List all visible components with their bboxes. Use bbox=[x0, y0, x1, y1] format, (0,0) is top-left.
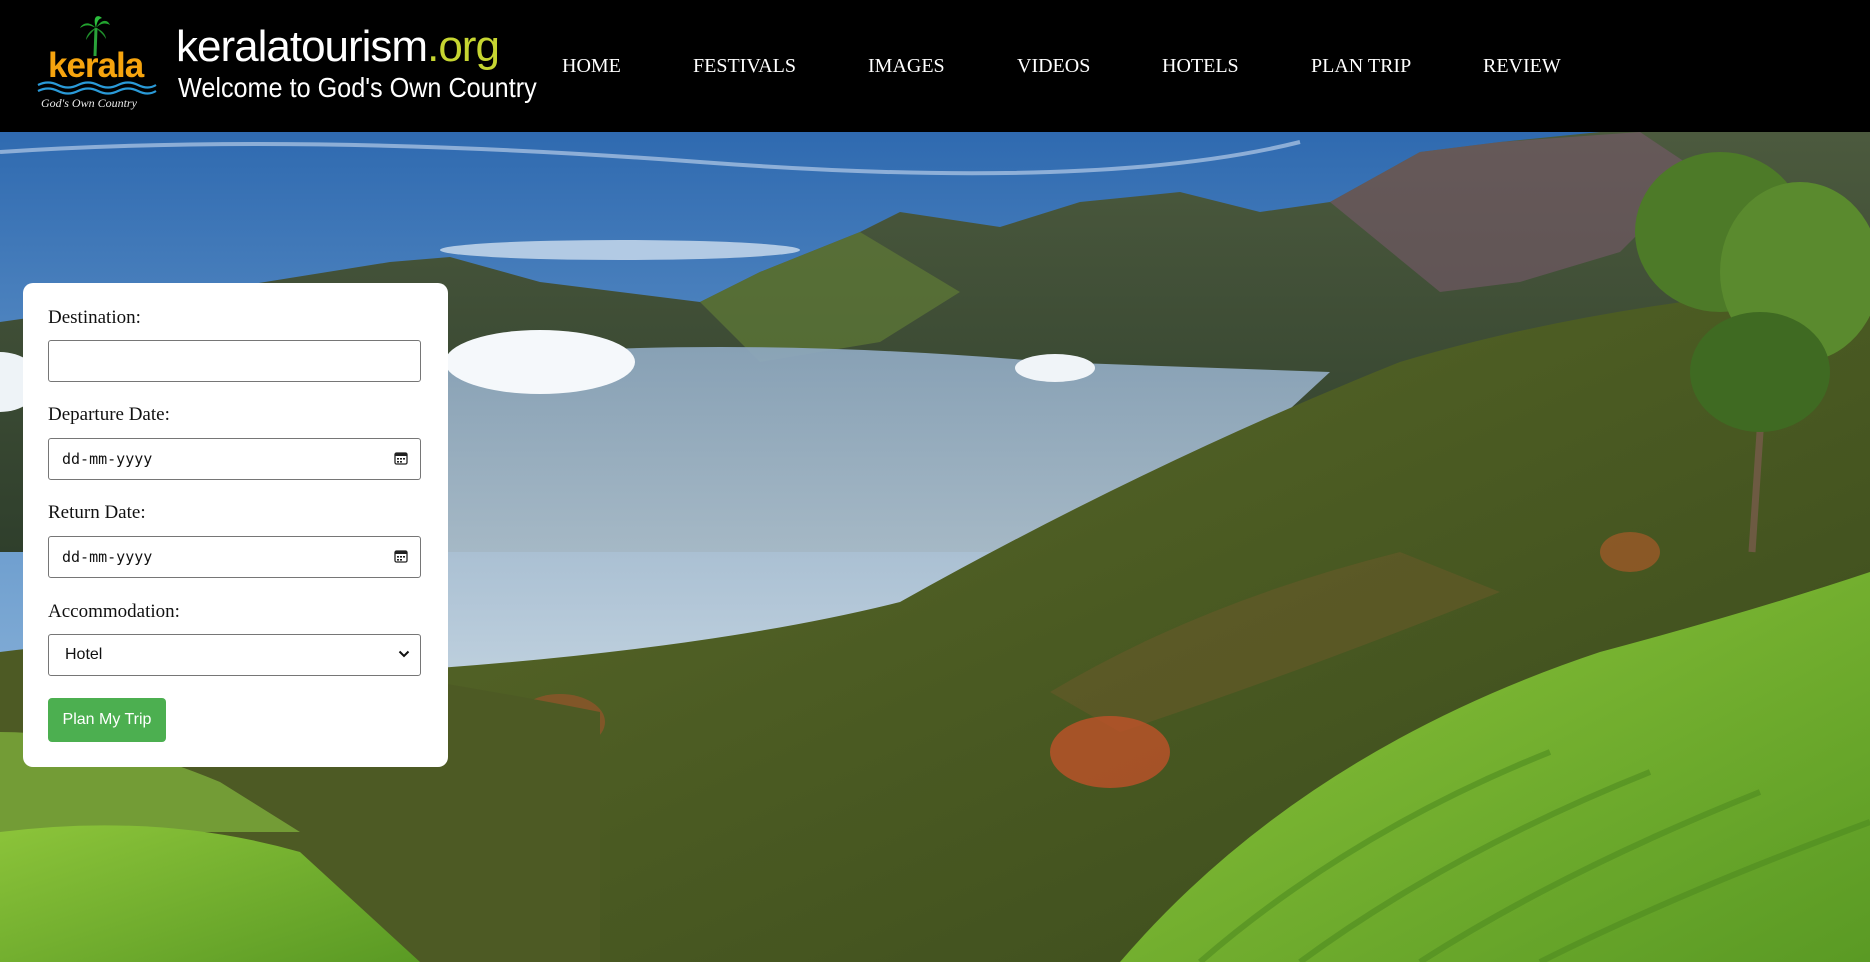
calendar-icon[interactable] bbox=[394, 451, 408, 465]
plan-my-trip-button[interactable]: Plan My Trip bbox=[48, 698, 166, 742]
accommodation-label: Accommodation: bbox=[48, 601, 180, 622]
accommodation-select[interactable]: Hotel bbox=[48, 634, 421, 676]
chevron-down-icon bbox=[398, 650, 410, 658]
calendar-icon[interactable] bbox=[394, 549, 408, 563]
main-nav: HOME FESTIVALS IMAGES VIDEOS HOTELS PLAN… bbox=[0, 52, 1870, 82]
return-date-input[interactable]: dd-mm-yyyy bbox=[48, 536, 421, 578]
accommodation-selected: Hotel bbox=[65, 646, 103, 663]
destination-label: Destination: bbox=[48, 307, 141, 328]
departure-date-input[interactable]: dd-mm-yyyy bbox=[48, 438, 421, 480]
departure-date-placeholder: dd-mm-yyyy bbox=[62, 450, 153, 468]
return-date-placeholder: dd-mm-yyyy bbox=[62, 548, 153, 566]
trip-plan-form: Destination: Departure Date: dd-mm-yyyy … bbox=[23, 283, 448, 767]
site-header: kerala God's Own Country keralatourism.o… bbox=[0, 0, 1870, 132]
nav-home[interactable]: HOME bbox=[562, 52, 621, 80]
nav-plan-trip[interactable]: PLAN TRIP bbox=[1311, 52, 1411, 80]
waves-graphic bbox=[37, 81, 157, 95]
destination-input[interactable] bbox=[48, 340, 421, 382]
nav-images[interactable]: IMAGES bbox=[868, 52, 945, 80]
nav-videos[interactable]: VIDEOS bbox=[1017, 52, 1090, 80]
nav-hotels[interactable]: HOTELS bbox=[1162, 52, 1239, 80]
nav-festivals[interactable]: FESTIVALS bbox=[693, 52, 796, 80]
departure-date-label: Departure Date: bbox=[48, 404, 170, 425]
logo-tagline: God's Own Country bbox=[41, 96, 137, 110]
nav-review[interactable]: REVIEW bbox=[1483, 52, 1561, 80]
return-date-label: Return Date: bbox=[48, 502, 146, 523]
page: kerala God's Own Country keralatourism.o… bbox=[0, 0, 1870, 962]
